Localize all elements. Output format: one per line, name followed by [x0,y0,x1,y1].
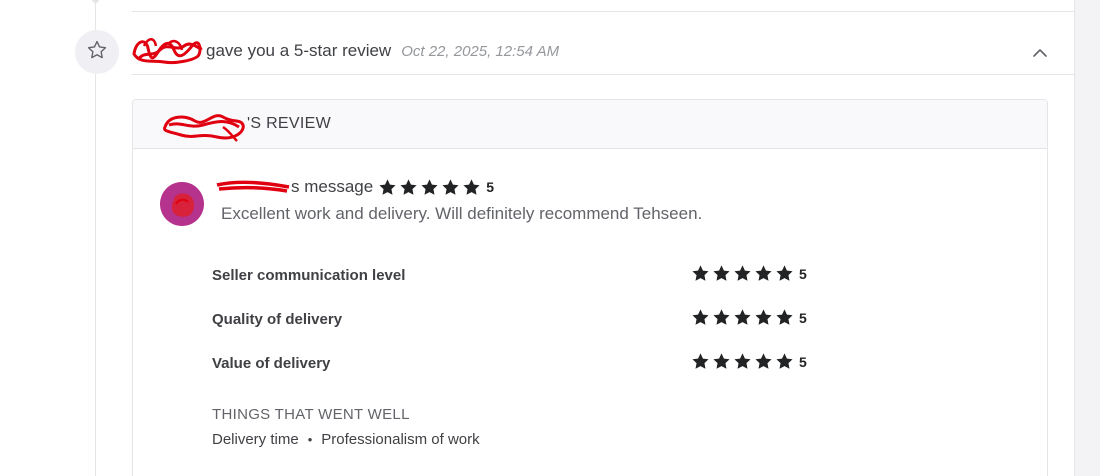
star-filled-icon [733,352,752,371]
divider [132,11,1074,12]
rating-row: Quality of delivery 5 [212,308,832,352]
star-filled-icon [691,264,710,283]
chevron-up-icon [1032,45,1048,63]
star-filled-icon [733,264,752,283]
star-filled-icon [712,308,731,327]
rating-breakdown: Seller communication level 5 Quality of … [212,264,832,396]
star-filled-icon [691,308,710,327]
rating-score: 5 [799,309,807,326]
avatar [160,182,204,226]
star-filled-icon [775,264,794,283]
review-message: Excellent work and delivery. Will defini… [221,204,703,223]
star-filled-icon [775,352,794,371]
collapse-button[interactable] [1030,44,1050,64]
event-icon-circle [75,30,119,74]
event-timestamp: Oct 22, 2025, 12:54 AM [401,42,560,60]
redacted-username [128,34,204,68]
divider [132,74,1074,75]
star-filled-icon [754,308,773,327]
rating-label: Value of delivery [212,355,331,372]
bullet-separator: • [307,432,313,447]
review-card: 'S REVIEW s message 5 Excellent work and… [132,99,1048,476]
redacted-username [161,103,247,145]
rating-score: 5 [799,353,807,370]
star-filled-icon [754,264,773,283]
overall-rating-stars [378,178,483,197]
event-header: gave you a 5-star review Oct 22, 2025, 1… [128,38,559,64]
rating-label: Quality of delivery [212,311,343,328]
star-filled-icon [441,178,460,197]
activity-panel: gave you a 5-star review Oct 22, 2025, 1… [0,0,1074,476]
rating-row: Value of delivery 5 [212,352,832,396]
star-filled-icon [378,178,397,197]
went-well-item: Delivery time [212,431,299,448]
star-filled-icon [733,308,752,327]
message-heading: s message 5 [215,177,494,197]
star-filled-icon [691,352,710,371]
scrollbar-gutter[interactable] [1074,0,1100,476]
message-label: s message [291,177,374,196]
went-well-list: Delivery time • Professionalism of work [212,431,480,448]
review-card-title: 'S REVIEW [247,115,331,132]
event-title: gave you a 5-star review [206,41,392,60]
timeline-dot [92,0,99,3]
rating-label: Seller communication level [212,267,406,284]
star-filled-icon [462,178,481,197]
redacted-username [215,179,291,195]
rating-stars: 5 [691,264,807,283]
star-filled-icon [775,308,794,327]
rating-row: Seller communication level 5 [212,264,832,308]
rating-stars: 5 [691,352,807,371]
star-filled-icon [399,178,418,197]
star-filled-icon [420,178,439,197]
went-well-title: THINGS THAT WENT WELL [212,406,410,423]
star-filled-icon [712,264,731,283]
rating-score: 5 [799,265,807,282]
star-filled-icon [754,352,773,371]
overall-rating-score: 5 [486,179,494,195]
went-well-item: Professionalism of work [321,431,480,448]
review-card-header: 'S REVIEW [133,100,1047,149]
star-outline-icon [86,39,108,66]
star-filled-icon [712,352,731,371]
rating-stars: 5 [691,308,807,327]
